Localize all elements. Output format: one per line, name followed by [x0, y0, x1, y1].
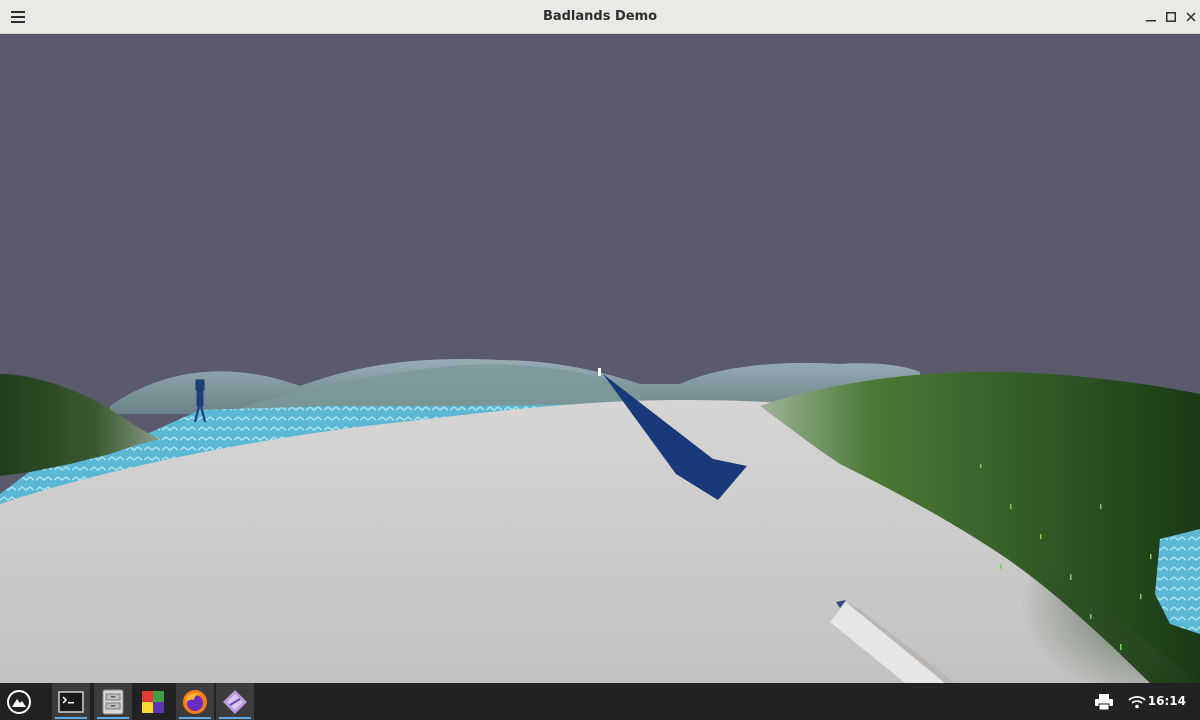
game-app-icon[interactable] [216, 683, 254, 720]
game-window: Badlands Demo [0, 0, 1200, 683]
window-title: Badlands Demo [542, 9, 658, 24]
crosshair [598, 368, 601, 376]
game-viewport[interactable] [0, 34, 1200, 683]
colorful-app-icon[interactable] [134, 683, 172, 720]
clock[interactable]: 16:14 [1148, 683, 1186, 720]
active-indicator [179, 717, 211, 719]
printer-icon[interactable] [1094, 692, 1114, 712]
wifi-icon[interactable] [1127, 692, 1147, 712]
app-launcher-icon[interactable] [0, 683, 38, 720]
terminal-icon[interactable] [52, 683, 90, 720]
file-manager-icon[interactable] [94, 683, 132, 720]
active-indicator [55, 717, 87, 719]
hamburger-menu-icon[interactable] [6, 5, 30, 29]
active-indicator [219, 717, 251, 719]
title-bar[interactable]: Badlands Demo [0, 0, 1200, 34]
close-icon[interactable] [1179, 5, 1200, 29]
firefox-icon[interactable] [176, 683, 214, 720]
active-indicator [97, 717, 129, 719]
taskbar: 16:14 [0, 683, 1200, 720]
